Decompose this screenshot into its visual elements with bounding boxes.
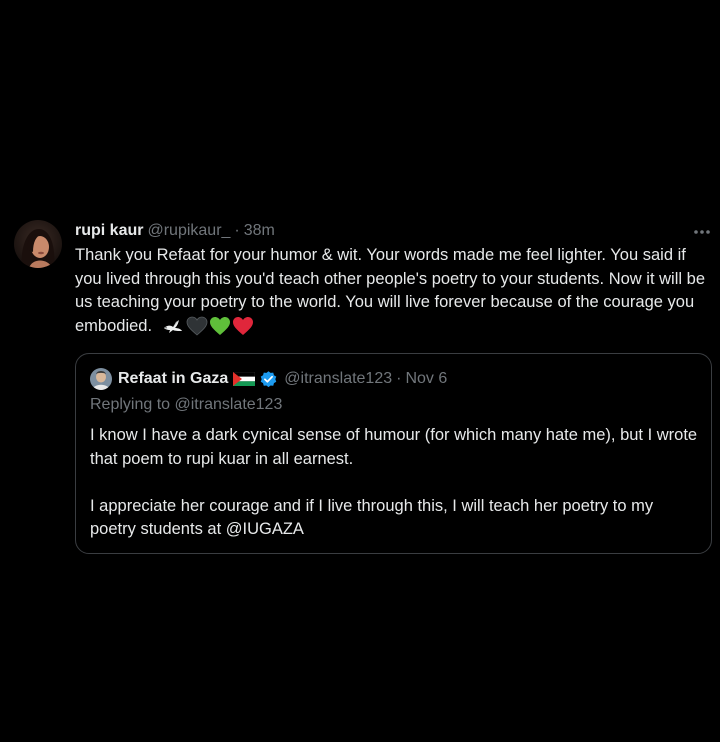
author-handle[interactable]: @rupikaur_ [147, 222, 230, 240]
quoted-paragraph-2: I appreciate her courage and if I live t… [90, 496, 654, 539]
more-options-icon[interactable] [690, 222, 714, 242]
quoted-avatar[interactable] [90, 368, 112, 390]
replying-to[interactable]: Replying to @itranslate123 [90, 396, 282, 414]
quoted-separator: · [396, 370, 402, 387]
avatar[interactable] [14, 220, 62, 268]
timestamp[interactable]: 38m [244, 222, 275, 240]
tweet-header: rupi kaur @rupikaur_ · 38m [75, 220, 275, 242]
quoted-paragraph-1: I know I have a dark cynical sense of hu… [90, 426, 698, 468]
quoted-author-name[interactable]: Refaat in Gaza [118, 370, 228, 388]
separator: · [234, 222, 240, 239]
quoted-tweet[interactable]: Refaat in Gaza @itranslate123 · Nov 6 Re… [75, 353, 712, 554]
dove-icon [163, 320, 182, 334]
quoted-author-handle[interactable]: @itranslate123 [284, 370, 392, 388]
red-heart-icon [232, 317, 253, 336]
quoted-tweet-header: Refaat in Gaza @itranslate123 · Nov 6 [90, 368, 447, 390]
black-heart-icon [186, 316, 208, 336]
tweet-text: Thank you Refaat for your humor & wit. Y… [75, 244, 713, 338]
emoji-group [161, 316, 254, 336]
quoted-date[interactable]: Nov 6 [405, 370, 447, 388]
quoted-tweet-text: I know I have a dark cynical sense of hu… [90, 424, 700, 542]
palestine-flag-icon [233, 372, 256, 386]
verified-badge-icon[interactable] [259, 370, 278, 389]
author-name[interactable]: rupi kaur [75, 222, 143, 240]
green-heart-icon [209, 317, 230, 336]
